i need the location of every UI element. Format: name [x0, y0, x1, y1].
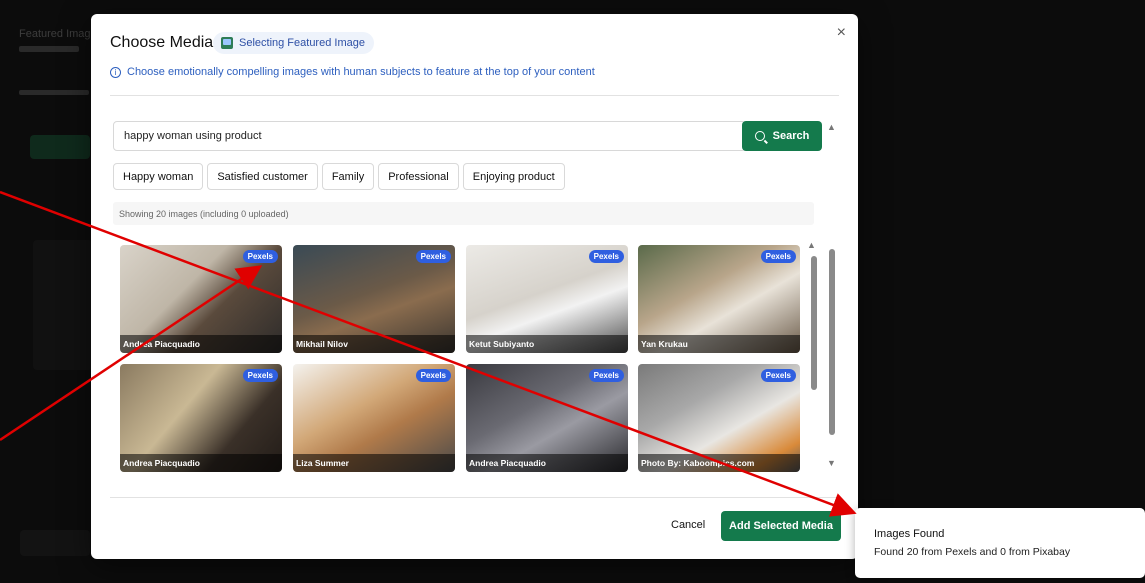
- chip-satisfied-customer[interactable]: Satisfied customer: [207, 163, 318, 190]
- source-badge: Pexels: [760, 369, 796, 382]
- images-found-toast: Images Found Found 20 from Pexels and 0 …: [855, 508, 1145, 578]
- image-card[interactable]: Pexels Andrea Piacquadio: [466, 364, 628, 472]
- cancel-button[interactable]: Cancel: [671, 519, 705, 531]
- chip-happy-woman[interactable]: Happy woman: [113, 163, 204, 190]
- photo-credit: Andrea Piacquadio: [466, 454, 628, 472]
- image-card[interactable]: Pexels Mikhail Nilov: [293, 245, 455, 353]
- add-selected-media-button[interactable]: Add Selected Media: [721, 511, 841, 541]
- background-panel: [20, 530, 90, 556]
- image-card[interactable]: Pexels Andrea Piacquadio: [120, 364, 282, 472]
- image-card[interactable]: Pexels Liza Summer: [293, 364, 455, 472]
- toast-title: Images Found: [874, 528, 945, 540]
- close-icon[interactable]: ×: [837, 24, 846, 42]
- source-badge: Pexels: [415, 250, 451, 263]
- chip-professional[interactable]: Professional: [378, 163, 459, 190]
- background-heading: Featured Image: [19, 28, 97, 40]
- chip-enjoying-product[interactable]: Enjoying product: [462, 163, 565, 190]
- search-input[interactable]: [113, 121, 746, 151]
- image-icon: [221, 37, 233, 49]
- divider: [110, 95, 839, 96]
- source-badge: Pexels: [588, 250, 624, 263]
- photo-credit: Photo By: Kaboompics.com: [638, 454, 800, 472]
- photo-credit: Andrea Piacquadio: [120, 454, 282, 472]
- image-card[interactable]: Pexels Photo By: Kaboompics.com: [638, 364, 800, 472]
- suggestion-chips: Happy woman Satisfied customer Family Pr…: [113, 163, 565, 190]
- photo-credit: Liza Summer: [293, 454, 455, 472]
- source-badge: Pexels: [588, 369, 624, 382]
- grid-scrollbar[interactable]: [811, 256, 817, 390]
- photo-credit: Mikhail Nilov: [293, 335, 455, 353]
- image-card[interactable]: Pexels Ketut Subiyanto: [466, 245, 628, 353]
- dialog-scrollbar[interactable]: [829, 249, 835, 435]
- search-icon: [754, 131, 765, 141]
- source-badge: Pexels: [242, 369, 278, 382]
- search-button[interactable]: Search: [742, 121, 822, 151]
- pill-label: Selecting Featured Image: [239, 37, 365, 49]
- source-badge: Pexels: [242, 250, 278, 263]
- background-line: [19, 90, 89, 95]
- chip-family[interactable]: Family: [321, 163, 375, 190]
- source-badge: Pexels: [415, 369, 451, 382]
- background-panel: [33, 240, 93, 370]
- dialog-title: Choose Media: [110, 34, 214, 51]
- hint-label: Choose emotionally compelling images wit…: [127, 66, 595, 78]
- grid-scroll-up-icon[interactable]: ▲: [807, 240, 816, 250]
- source-badge: Pexels: [760, 250, 796, 263]
- info-icon: i: [110, 66, 121, 78]
- image-card[interactable]: Pexels Andrea Piacquadio: [120, 245, 282, 353]
- choose-media-dialog: × Choose Media Selecting Featured Image …: [91, 14, 858, 559]
- background-button: [30, 135, 90, 159]
- footer-divider: [110, 497, 839, 498]
- hint-text: i Choose emotionally compelling images w…: [110, 66, 595, 78]
- scroll-down-icon[interactable]: ▼: [827, 458, 836, 468]
- results-status: Showing 20 images (including 0 uploaded): [113, 202, 814, 225]
- photo-credit: Yan Krukau: [638, 335, 800, 353]
- search-button-label: Search: [772, 130, 810, 142]
- toast-body: Found 20 from Pexels and 0 from Pixabay: [874, 546, 1071, 558]
- image-card[interactable]: Pexels Yan Krukau: [638, 245, 800, 353]
- photo-credit: Ketut Subiyanto: [466, 335, 628, 353]
- featured-image-pill: Selecting Featured Image: [213, 32, 374, 54]
- photo-credit: Andrea Piacquadio: [120, 335, 282, 353]
- background-line: [19, 46, 79, 52]
- scroll-up-icon[interactable]: ▲: [827, 122, 836, 132]
